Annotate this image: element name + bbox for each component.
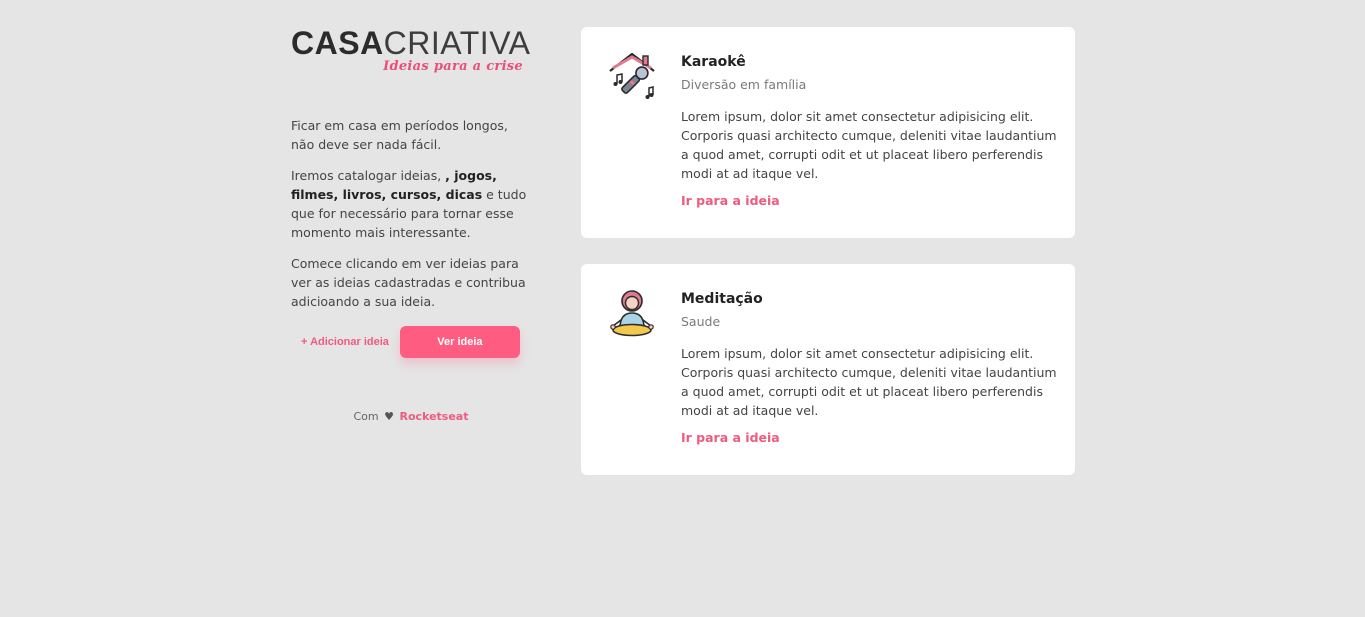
intro-paragraph-1: Ficar em casa em períodos longos, não de… <box>291 118 508 152</box>
card-title: Meditação <box>681 291 763 307</box>
intro-paragraph-3: Comece clicando em ver ideias para ver a… <box>291 256 526 309</box>
intro-p2-start: Iremos catalogar ideias, <box>291 168 446 183</box>
logo-wordmark: CASACRIATIVA <box>291 27 531 59</box>
idea-card: Meditação Saude Lorem ipsum, dolor sit a… <box>581 264 1075 475</box>
card-description: Lorem ipsum, dolor sit amet consectetur … <box>681 109 1057 181</box>
intro-text: Ficar em casa em períodos longos, não de… <box>291 116 531 311</box>
add-idea-link[interactable]: + Adicionar ideia <box>301 336 389 348</box>
logo-part-2: CRIATIVA <box>383 25 531 61</box>
card-description: Lorem ipsum, dolor sit amet consectetur … <box>681 346 1057 418</box>
credit: Com ♥ Rocketseat <box>291 410 531 423</box>
card-category: Saude <box>681 314 721 329</box>
sidebar: CASACRIATIVA Ideias para a crise Ficar e… <box>291 27 531 423</box>
actions: + Adicionar ideia Ver ideia <box>291 326 531 358</box>
card-body: Meditação Saude Lorem ipsum, dolor sit a… <box>681 289 1061 446</box>
go-to-idea-link[interactable]: Ir para a ideia <box>681 430 780 445</box>
view-ideas-button[interactable]: Ver ideia <box>399 326 520 358</box>
logo-part-1: CASA <box>291 25 384 61</box>
credit-prefix: Com <box>353 410 379 423</box>
idea-card: Karaokê Diversão em família Lorem ipsum,… <box>581 27 1075 238</box>
intro-paragraph-2: Iremos catalogar ideias, , jogos, filmes… <box>291 166 531 242</box>
go-to-idea-link[interactable]: Ir para a ideia <box>681 193 780 208</box>
meditation-person-icon <box>610 290 654 337</box>
page: CASACRIATIVA Ideias para a crise Ficar e… <box>0 0 1365 617</box>
logo[interactable]: CASACRIATIVA Ideias para a crise <box>291 27 531 79</box>
card-category: Diversão em família <box>681 77 807 92</box>
card-body: Karaokê Diversão em família Lorem ipsum,… <box>681 52 1061 209</box>
heart-icon: ♥ <box>384 410 395 423</box>
karaoke-house-microphone-icon <box>609 52 655 99</box>
card-title: Karaokê <box>681 54 746 70</box>
logo-tagline: Ideias para a crise <box>383 59 523 74</box>
credit-brand[interactable]: Rocketseat <box>400 410 469 423</box>
